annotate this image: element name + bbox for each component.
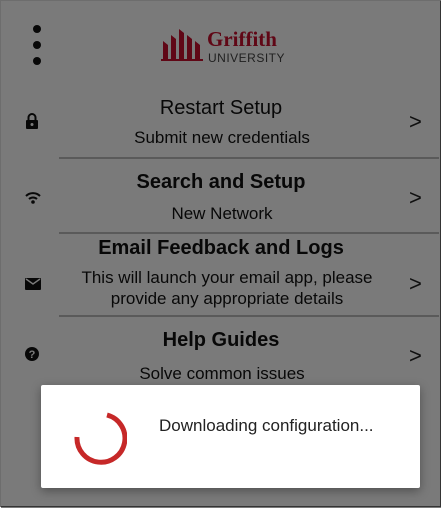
griffith-crest-icon [161,29,203,61]
logo-subname: UNIVERSITY [208,51,286,65]
divider [59,157,439,159]
menu-item-title: Restart Setup [159,97,283,119]
menu-item-subtitle: This will launch your email app, please … [81,268,373,308]
divider [59,232,439,234]
chevron-right-icon: > [409,109,422,134]
divider [59,315,439,317]
menu-item-restart-setup[interactable]: Restart Setup Submit new credentials > [1,93,441,155]
chevron-right-icon: > [409,271,422,296]
menu-item-search-and-setup[interactable]: Search and Setup New Network > [1,167,441,229]
menu-item-subtitle: Submit new credentials [134,128,310,147]
chevron-right-icon: > [409,185,422,210]
lock-icon [25,113,39,134]
kebab-menu-icon[interactable] [27,25,47,67]
menu-item-help-guides[interactable]: ? Help Guides Solve common issues > [1,327,441,387]
menu-item-title: Email Feedback and Logs [98,237,344,259]
menu-item-title: Search and Setup [136,171,306,193]
griffith-logo: Griffith UNIVERSITY [161,25,311,65]
help-icon: ? [25,347,39,366]
mail-icon [25,277,41,295]
progress-dialog: Downloading configuration... [41,385,420,488]
svg-text:?: ? [29,349,36,361]
logo-brand: Griffith [207,27,277,51]
dialog-message: Downloading configuration... [159,416,374,435]
wifi-icon [25,191,41,210]
menu-item-title: Help Guides [162,329,280,351]
menu-item-subtitle: Solve common issues [139,364,305,383]
menu-item-subtitle: New Network [171,204,273,223]
chevron-right-icon: > [409,343,422,368]
app-screen: Griffith UNIVERSITY Restart Setup Submit… [0,0,441,508]
menu-item-email-feedback[interactable]: Email Feedback and Logs This will launch… [1,237,441,315]
loading-spinner-icon [74,412,127,465]
